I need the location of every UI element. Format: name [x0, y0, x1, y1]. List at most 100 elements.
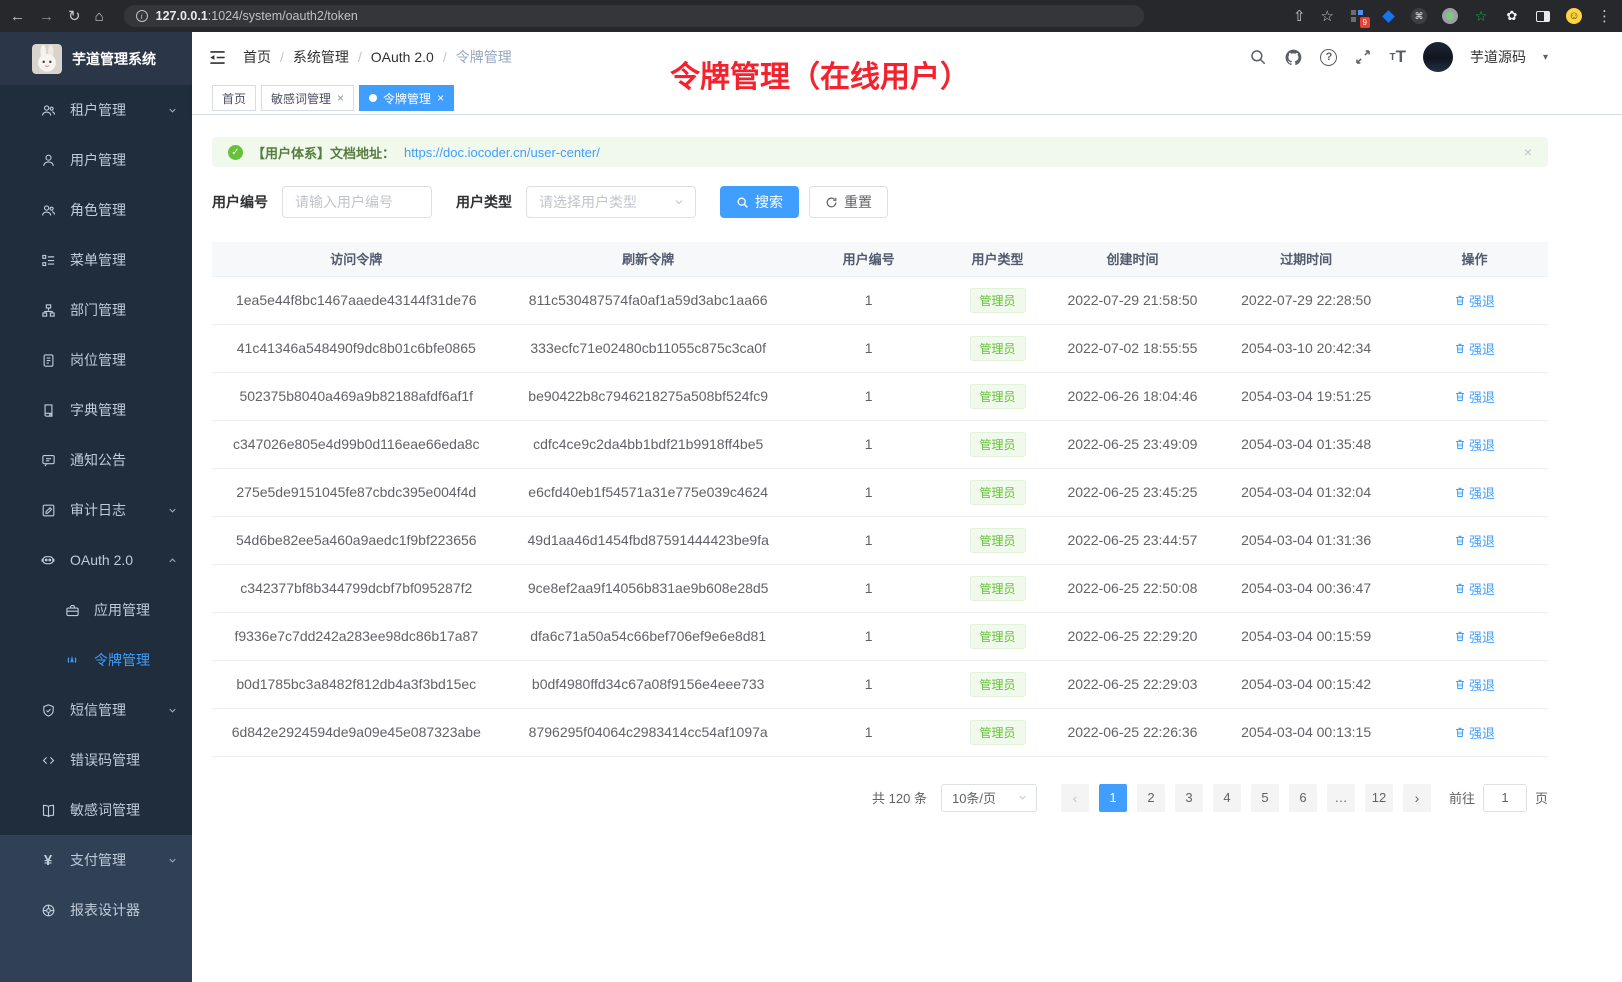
col-user-id: 用户编号 — [796, 242, 942, 276]
access-token-cell: b0d1785bc3a8482f812db4a3f3bd15ec — [212, 660, 501, 708]
profile-emoji-icon[interactable]: ☺ — [1566, 8, 1582, 24]
breadcrumb-system[interactable]: 系统管理 — [293, 47, 349, 67]
next-page-button[interactable]: › — [1403, 784, 1431, 812]
force-logout-button[interactable]: 强退 — [1454, 435, 1495, 454]
doc-link[interactable]: https://doc.iocoder.cn/user-center/ — [404, 145, 600, 160]
sidebar-item-report-designer[interactable]: 报表设计器 — [0, 885, 192, 935]
create-time-cell: 2022-07-02 18:55:55 — [1054, 324, 1212, 372]
page-button-2[interactable]: 2 — [1137, 784, 1165, 812]
force-logout-button[interactable]: 强退 — [1454, 387, 1495, 406]
force-logout-button[interactable]: 强退 — [1454, 627, 1495, 646]
page-size-select[interactable]: 10条/页 — [941, 784, 1037, 812]
refresh-token-cell: 49d1aa46d1454fbd87591444423be9fa — [501, 516, 796, 564]
sidebar-fold-icon[interactable] — [208, 48, 227, 67]
page-button-5[interactable]: 5 — [1251, 784, 1279, 812]
breadcrumb-home[interactable]: 首页 — [243, 47, 271, 67]
force-logout-button[interactable]: 强退 — [1454, 675, 1495, 694]
sidebar-item-payment[interactable]: ¥ 支付管理 — [0, 835, 192, 885]
page-button-6[interactable]: 6 — [1289, 784, 1317, 812]
sidebar-item-oauth-apps[interactable]: 应用管理 — [0, 585, 192, 635]
sidebar-item-audit-log[interactable]: 审计日志 — [0, 485, 192, 535]
force-logout-button[interactable]: 强退 — [1454, 291, 1495, 310]
extension-gem-icon[interactable] — [1380, 8, 1396, 24]
bookmark-star-icon[interactable]: ☆ — [1321, 9, 1334, 24]
chevron-down-icon — [167, 505, 178, 516]
reset-button[interactable]: 重置 — [809, 186, 888, 218]
page-button-3[interactable]: 3 — [1175, 784, 1203, 812]
tab-sensitive-word[interactable]: 敏感词管理× — [261, 85, 354, 111]
reload-icon[interactable]: ↻ — [68, 9, 81, 24]
sidebar-item-label: 报表设计器 — [70, 900, 140, 920]
side-panel-icon[interactable] — [1535, 8, 1551, 24]
force-logout-button[interactable]: 强退 — [1454, 339, 1495, 358]
site-info-icon[interactable]: i — [136, 10, 148, 22]
action-cell: 强退 — [1401, 660, 1548, 708]
font-size-icon[interactable]: TT — [1389, 47, 1406, 67]
sidebar-item-dept[interactable]: 部门管理 — [0, 285, 192, 335]
logo-area[interactable]: 芋道管理系统 — [0, 32, 192, 85]
avatar[interactable] — [1423, 42, 1453, 72]
sidebar-item-label: 错误码管理 — [70, 750, 140, 770]
force-logout-button[interactable]: 强退 — [1454, 723, 1495, 742]
sidebar-item-dict[interactable]: 字典管理 — [0, 385, 192, 435]
browser-menu-icon[interactable]: ⋮ — [1597, 9, 1612, 24]
sidebar-item-sensitive-word[interactable]: 敏感词管理 — [0, 785, 192, 835]
user-caret-icon[interactable]: ▾ — [1543, 52, 1548, 63]
sidebar-item-role[interactable]: 角色管理 — [0, 185, 192, 235]
extension-grid-icon[interactable]: 9 — [1349, 8, 1365, 24]
home-icon[interactable]: ⌂ — [95, 9, 104, 24]
force-logout-button[interactable]: 强退 — [1454, 579, 1495, 598]
tab-token[interactable]: 令牌管理× — [359, 85, 454, 111]
table-row: 502375b8040a469a9b82188afdf6af1f be90422… — [212, 372, 1548, 420]
extension-flower-icon[interactable]: ✿ — [1504, 8, 1520, 24]
search-icon[interactable] — [1249, 48, 1267, 66]
sidebar-item-label: 敏感词管理 — [70, 800, 140, 820]
sidebar-item-tenant[interactable]: 租户管理 — [0, 85, 192, 135]
breadcrumb-oauth2[interactable]: OAuth 2.0 — [371, 49, 434, 65]
extension-record-icon[interactable] — [1442, 8, 1458, 24]
sidebar-item-menu[interactable]: 菜单管理 — [0, 235, 192, 285]
forward-icon[interactable]: → — [39, 9, 54, 24]
back-icon[interactable]: ← — [10, 9, 25, 24]
extension-command-icon[interactable]: ⌘ — [1411, 8, 1427, 24]
force-logout-button[interactable]: 强退 — [1454, 531, 1495, 550]
alert-close-icon[interactable]: × — [1524, 144, 1532, 160]
sidebar-item-post[interactable]: 岗位管理 — [0, 335, 192, 385]
search-button[interactable]: 搜索 — [720, 186, 799, 218]
sidebar-item-oauth2[interactable]: OAuth 2.0 — [0, 535, 192, 585]
extension-star-icon[interactable]: ☆ — [1473, 8, 1489, 24]
page-ellipsis[interactable]: … — [1327, 784, 1355, 812]
help-icon[interactable]: ? — [1320, 49, 1337, 66]
page-button-1[interactable]: 1 — [1099, 784, 1127, 812]
page-button-4[interactable]: 4 — [1213, 784, 1241, 812]
sidebar-item-sms[interactable]: 短信管理 — [0, 685, 192, 735]
user-type-badge: 管理员 — [970, 576, 1026, 601]
signal-icon — [64, 652, 80, 668]
github-icon[interactable] — [1284, 48, 1303, 67]
sidebar-item-token[interactable]: 令牌管理 — [0, 635, 192, 685]
compass-icon — [40, 902, 56, 918]
close-icon[interactable]: × — [437, 91, 444, 105]
user-name[interactable]: 芋道源码 — [1470, 47, 1526, 67]
table-row: c342377bf8b344799dcbf7bf095287f2 9ce8ef2… — [212, 564, 1548, 612]
user-type-select[interactable]: 请选择用户类型 — [526, 186, 696, 218]
page-button-12[interactable]: 12 — [1365, 784, 1393, 812]
action-cell: 强退 — [1401, 276, 1548, 324]
sidebar: 芋道管理系统 租户管理 用户管理 角色管理 菜单管理 部门管理 — [0, 32, 192, 982]
address-bar[interactable]: i 127.0.0.1:1024/system/oauth2/token — [124, 5, 1144, 27]
goto-page-input[interactable] — [1483, 784, 1527, 812]
sidebar-item-error-code[interactable]: 错误码管理 — [0, 735, 192, 785]
chevron-down-icon — [167, 705, 178, 716]
prev-page-button[interactable]: ‹ — [1061, 784, 1089, 812]
user-id-input[interactable] — [282, 186, 432, 218]
sidebar-item-user[interactable]: 用户管理 — [0, 135, 192, 185]
sidebar-item-notice[interactable]: 通知公告 — [0, 435, 192, 485]
tab-home[interactable]: 首页 — [212, 85, 256, 111]
share-icon[interactable]: ⇧ — [1293, 9, 1306, 24]
sidebar-item-label: 通知公告 — [70, 450, 126, 470]
fullscreen-icon[interactable] — [1354, 48, 1372, 66]
user-type-cell: 管理员 — [941, 372, 1053, 420]
url-text: 127.0.0.1:1024/system/oauth2/token — [156, 9, 358, 23]
force-logout-button[interactable]: 强退 — [1454, 483, 1495, 502]
close-icon[interactable]: × — [337, 91, 344, 105]
